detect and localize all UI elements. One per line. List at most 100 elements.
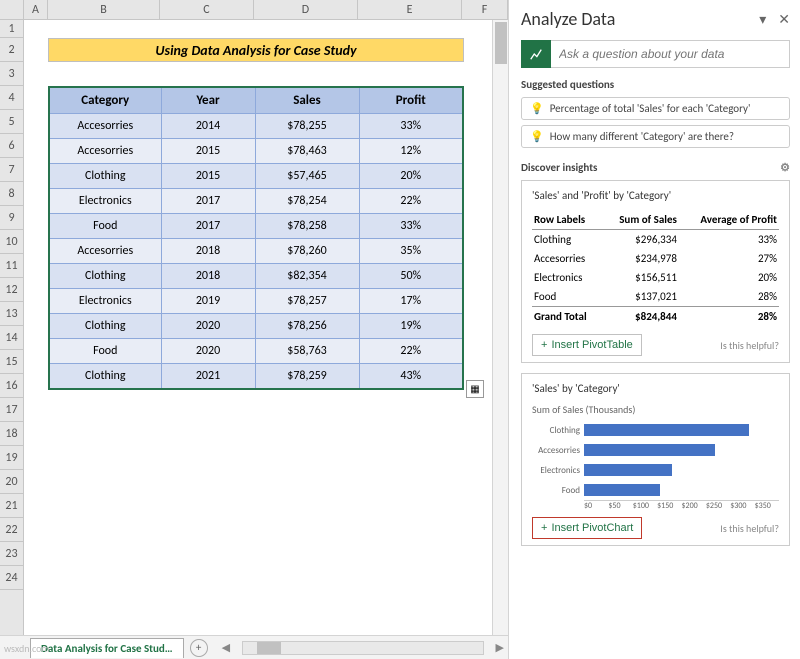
cell[interactable]: 2015 xyxy=(161,139,255,164)
row-header[interactable]: 11 xyxy=(0,254,23,278)
tab-nav-left-icon[interactable]: ◀ xyxy=(218,641,234,654)
th-sales[interactable]: Sales xyxy=(255,87,359,114)
helpful-link[interactable]: Is this helpful? xyxy=(720,522,779,535)
row-header[interactable]: 3 xyxy=(0,62,23,86)
sheet-tab-active[interactable]: Data Analysis for Case Stud… xyxy=(30,638,184,658)
col-header-a[interactable]: A xyxy=(24,0,48,19)
th-year[interactable]: Year xyxy=(161,87,255,114)
quick-analysis-icon[interactable]: ▦ xyxy=(466,380,484,398)
cell[interactable]: Electronics xyxy=(49,189,161,214)
cell[interactable]: 2018 xyxy=(161,264,255,289)
cell[interactable]: 43% xyxy=(359,364,463,390)
cell[interactable]: Accesorries xyxy=(49,239,161,264)
cell[interactable]: $78,254 xyxy=(255,189,359,214)
cell[interactable]: 2020 xyxy=(161,314,255,339)
row-header[interactable]: 17 xyxy=(0,398,23,422)
cell[interactable]: Electronics xyxy=(49,289,161,314)
cell[interactable]: 2015 xyxy=(161,164,255,189)
cell[interactable]: Clothing xyxy=(49,314,161,339)
col-header-e[interactable]: E xyxy=(358,0,462,19)
cell[interactable]: Clothing xyxy=(49,264,161,289)
row-header[interactable]: 9 xyxy=(0,206,23,230)
cell[interactable]: 12% xyxy=(359,139,463,164)
row-header[interactable]: 1 xyxy=(0,20,23,38)
row-header[interactable]: 16 xyxy=(0,374,23,398)
row-header[interactable]: 7 xyxy=(0,158,23,182)
search-input[interactable] xyxy=(551,40,790,68)
cell[interactable]: 2019 xyxy=(161,289,255,314)
row-header[interactable]: 18 xyxy=(0,422,23,446)
cell[interactable]: $78,463 xyxy=(255,139,359,164)
cell[interactable]: 35% xyxy=(359,239,463,264)
row-header[interactable]: 21 xyxy=(0,494,23,518)
col-header-c[interactable]: C xyxy=(160,0,254,19)
cell[interactable]: $57,465 xyxy=(255,164,359,189)
cell[interactable]: 33% xyxy=(359,114,463,139)
scrollbar-thumb[interactable] xyxy=(495,22,507,64)
cell[interactable]: Clothing xyxy=(49,364,161,390)
row-header[interactable]: 4 xyxy=(0,86,23,110)
cell[interactable]: Food xyxy=(49,339,161,364)
cell[interactable]: $78,257 xyxy=(255,289,359,314)
th-profit[interactable]: Profit xyxy=(359,87,463,114)
row-header[interactable]: 10 xyxy=(0,230,23,254)
row-header[interactable]: 12 xyxy=(0,278,23,302)
cell[interactable]: 2017 xyxy=(161,214,255,239)
cell[interactable]: 22% xyxy=(359,189,463,214)
vertical-scrollbar[interactable] xyxy=(492,20,508,635)
row-header[interactable]: 19 xyxy=(0,446,23,470)
cell[interactable]: 2021 xyxy=(161,364,255,390)
row-header[interactable]: 23 xyxy=(0,542,23,566)
cell[interactable]: $82,354 xyxy=(255,264,359,289)
close-icon[interactable]: ✕ xyxy=(778,11,790,28)
suggestion-item[interactable]: 💡How many different 'Category' are there… xyxy=(521,125,790,148)
cell[interactable]: 33% xyxy=(359,214,463,239)
cell[interactable]: 2014 xyxy=(161,114,255,139)
cell[interactable]: 17% xyxy=(359,289,463,314)
row-header[interactable]: 8 xyxy=(0,182,23,206)
col-header-d[interactable]: D xyxy=(254,0,358,19)
cell[interactable]: 22% xyxy=(359,339,463,364)
cell[interactable]: 2018 xyxy=(161,239,255,264)
col-header-b[interactable]: B xyxy=(48,0,160,19)
row-header[interactable]: 14 xyxy=(0,326,23,350)
cell[interactable]: Accesorries xyxy=(49,139,161,164)
gear-icon[interactable]: ⚙ xyxy=(780,161,790,174)
row-header[interactable]: 6 xyxy=(0,134,23,158)
suggestion-item[interactable]: 💡Percentage of total 'Sales' for each 'C… xyxy=(521,97,790,120)
row-header[interactable]: 22 xyxy=(0,518,23,542)
cell[interactable]: Food xyxy=(49,214,161,239)
col-header-f[interactable]: F xyxy=(462,0,508,19)
cell[interactable]: 20% xyxy=(359,164,463,189)
tab-nav-right-icon[interactable]: ▶ xyxy=(492,641,508,654)
cell[interactable]: $78,259 xyxy=(255,364,359,390)
cell[interactable]: Accesorries xyxy=(49,114,161,139)
row-header[interactable]: 5 xyxy=(0,110,23,134)
cell[interactable]: Clothing xyxy=(49,164,161,189)
cell[interactable]: $58,763 xyxy=(255,339,359,364)
analyze-icon[interactable] xyxy=(521,40,551,68)
row-header[interactable]: 24 xyxy=(0,566,23,590)
row-header[interactable]: 15 xyxy=(0,350,23,374)
cell[interactable]: 19% xyxy=(359,314,463,339)
title-cell[interactable]: Using Data Analysis for Case Study xyxy=(48,38,464,62)
pane-dropdown-icon[interactable]: ▾ xyxy=(759,11,766,28)
th-category[interactable]: Category xyxy=(49,87,161,114)
add-sheet-button[interactable]: + xyxy=(190,639,208,657)
row-header[interactable]: 2 xyxy=(0,38,23,62)
grid-body[interactable]: Using Data Analysis for Case Study Categ… xyxy=(24,20,492,635)
row-header[interactable]: 13 xyxy=(0,302,23,326)
cell[interactable]: $78,256 xyxy=(255,314,359,339)
insert-pivotchart-button[interactable]: +Insert PivotChart xyxy=(532,517,642,539)
cell[interactable]: $78,258 xyxy=(255,214,359,239)
insert-pivottable-button[interactable]: +Insert PivotTable xyxy=(532,334,642,356)
cell[interactable]: 50% xyxy=(359,264,463,289)
select-all-corner[interactable] xyxy=(0,0,24,20)
cell[interactable]: 2017 xyxy=(161,189,255,214)
horizontal-scrollbar[interactable] xyxy=(242,641,483,655)
data-table[interactable]: Category Year Sales Profit Accesorries20… xyxy=(48,86,464,390)
helpful-link[interactable]: Is this helpful? xyxy=(720,339,779,352)
scrollbar-thumb[interactable] xyxy=(257,642,281,654)
cell[interactable]: $78,255 xyxy=(255,114,359,139)
row-header[interactable]: 20 xyxy=(0,470,23,494)
